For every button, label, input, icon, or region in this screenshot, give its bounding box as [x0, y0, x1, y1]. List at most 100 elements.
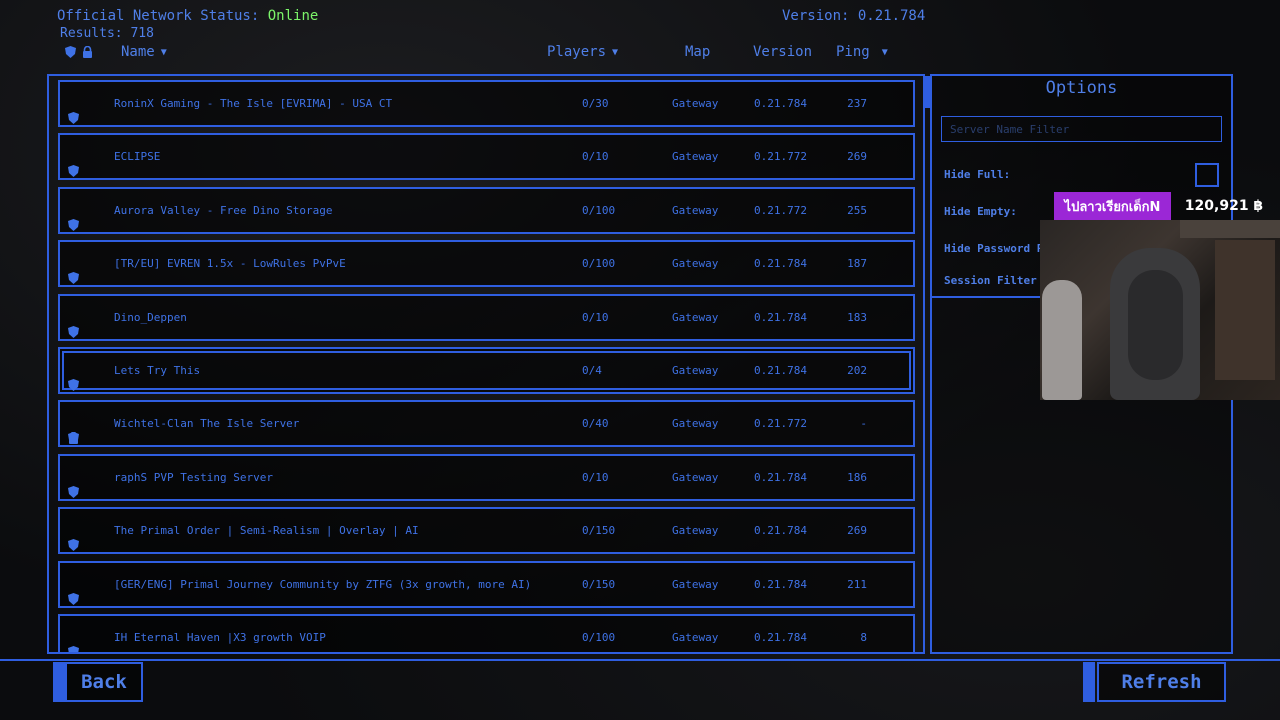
server-map: Gateway: [672, 257, 719, 271]
server-name: Lets Try This: [114, 364, 201, 377]
server-ping: -: [860, 417, 867, 431]
server-players: 0/100: [582, 257, 616, 271]
header-players-label: Players: [547, 44, 607, 60]
server-version: 0.21.784: [754, 364, 807, 377]
server-row[interactable]: Dino_Deppen 0/10 Gateway 0.21.784 183: [58, 293, 915, 341]
server-name: [GER/ENG] Primal Journey Community by ZT…: [114, 577, 532, 591]
shield-icon: [68, 539, 79, 552]
options-title: Options: [1045, 78, 1118, 98]
server-name: The Primal Order | Semi-Realism | Overla…: [114, 524, 419, 538]
server-row[interactable]: raphS PVP Testing Server 0/10 Gateway 0.21.…: [58, 453, 915, 501]
server-version: 0.21.784: [754, 631, 807, 644]
server-ping: 255: [847, 203, 867, 217]
game-version: Version: 0.21.784: [782, 8, 926, 24]
server-players: 0/30: [582, 97, 609, 110]
shield-icon: [68, 165, 79, 178]
server-version: 0.21.772: [754, 150, 807, 164]
server-players: 0/150: [582, 577, 616, 591]
server-row[interactable]: [TR/EU] EVREN 1.5x - LowRules PvPvE 0/100…: [58, 240, 915, 288]
server-ping: 211: [847, 577, 867, 591]
server-ping: 202: [847, 364, 867, 377]
shield-icon: [68, 325, 79, 338]
server-players: 0/10: [582, 470, 609, 484]
status-value: Online: [267, 8, 319, 24]
server-name: raphS PVP Testing Server: [114, 470, 273, 484]
shield-icon: [68, 218, 79, 231]
server-players: 0/100: [582, 203, 616, 217]
shield-icon: [68, 485, 79, 498]
server-players: 0/150: [582, 524, 616, 538]
server-list[interactable]: RoninX Gaming - The Isle [EVRIMA] - USA …: [47, 74, 925, 654]
server-version: 0.21.784: [754, 524, 807, 538]
server-map: Gateway: [672, 577, 719, 591]
hide-password-label: Hide Password P: [944, 242, 1044, 255]
server-ping: 269: [847, 150, 867, 164]
server-players: 0/100: [582, 631, 616, 644]
server-map: Gateway: [672, 417, 719, 431]
back-button-cap: [53, 662, 65, 702]
header-map-label: Map: [685, 44, 711, 60]
server-players: 0/10: [582, 150, 609, 164]
status-label: Official Network Status:: [57, 8, 260, 24]
hide-full-checkbox[interactable]: [1195, 163, 1219, 187]
server-row[interactable]: Lets Try This 0/4 Gateway 0.21.784 202: [58, 347, 915, 394]
server-row[interactable]: IH Eternal Haven |X3 growth VOIP 0/100 Gat…: [58, 614, 915, 652]
header-map[interactable]: Map: [685, 44, 710, 60]
server-version: 0.21.784: [754, 310, 807, 324]
hide-empty-label: Hide Empty:: [944, 205, 1017, 218]
server-map: Gateway: [672, 97, 719, 110]
sort-down-icon: ▼: [881, 46, 888, 58]
shield-icon: [68, 112, 79, 124]
server-name: Dino_Deppen: [114, 310, 187, 324]
lock-icon: [83, 46, 92, 58]
server-version: 0.21.772: [754, 203, 807, 217]
sort-down-icon: ▼: [612, 46, 619, 58]
results-count: Results: 718: [60, 26, 154, 41]
server-row[interactable]: ECLIPSE 0/10 Gateway 0.21.772 269: [58, 133, 915, 181]
refresh-button-cap: [1083, 662, 1095, 702]
server-map: Gateway: [672, 364, 719, 377]
server-row[interactable]: [GER/ENG] Primal Journey Community by ZT…: [58, 560, 915, 608]
server-name-filter-input[interactable]: [941, 116, 1222, 142]
header-ping[interactable]: Ping ▼: [836, 44, 888, 60]
server-map: Gateway: [672, 524, 719, 538]
server-ping: 183: [847, 310, 867, 324]
server-map: Gateway: [672, 310, 719, 324]
server-name: [TR/EU] EVREN 1.5x - LowRules PvPvE: [114, 257, 346, 271]
header-name-label: Name: [121, 44, 155, 60]
header-name[interactable]: Name ▼: [121, 44, 167, 60]
refresh-button[interactable]: Refresh: [1097, 662, 1226, 702]
session-filter-label: Session Filter: [944, 274, 1037, 287]
server-version: 0.21.772: [754, 417, 807, 431]
server-ping: 187: [847, 257, 867, 271]
server-row[interactable]: Aurora Valley - Free Dino Storage 0/100 Ga…: [58, 186, 915, 234]
server-name: Wichtel-Clan The Isle Server: [114, 417, 300, 431]
webcam-overlay: [1040, 220, 1280, 400]
server-players: 0/40: [582, 417, 609, 431]
server-name: Aurora Valley - Free Dino Storage: [114, 203, 333, 217]
server-ping: 237: [847, 97, 867, 110]
lock-icon: [68, 432, 79, 445]
server-players: 0/4: [582, 364, 602, 377]
header-ping-label: Ping: [836, 44, 870, 60]
network-status: Official Network Status: Online: [57, 8, 318, 24]
server-version: 0.21.784: [754, 257, 807, 271]
header-players[interactable]: Players ▼: [547, 44, 618, 60]
header-version[interactable]: Version: [753, 44, 812, 60]
server-row[interactable]: Wichtel-Clan The Isle Server 0/40 Gateway 0…: [58, 400, 915, 448]
server-players: 0/10: [582, 310, 609, 324]
server-row[interactable]: The Primal Order | Semi-Realism | Overla…: [58, 507, 915, 555]
server-map: Gateway: [672, 631, 719, 644]
shield-icon: [68, 592, 79, 605]
server-map: Gateway: [672, 150, 719, 164]
server-ping: 269: [847, 524, 867, 538]
stream-amount: 120,921 ฿: [1184, 198, 1264, 214]
shield-icon: [68, 272, 79, 285]
server-version: 0.21.784: [754, 470, 807, 484]
server-row[interactable]: RoninX Gaming - The Isle [EVRIMA] - USA …: [58, 80, 915, 127]
server-name: ECLIPSE: [114, 150, 161, 164]
server-map: Gateway: [672, 203, 719, 217]
header-icons: [65, 46, 93, 58]
server-name: RoninX Gaming - The Isle [EVRIMA] - USA …: [114, 97, 393, 110]
back-button[interactable]: Back: [65, 662, 143, 702]
